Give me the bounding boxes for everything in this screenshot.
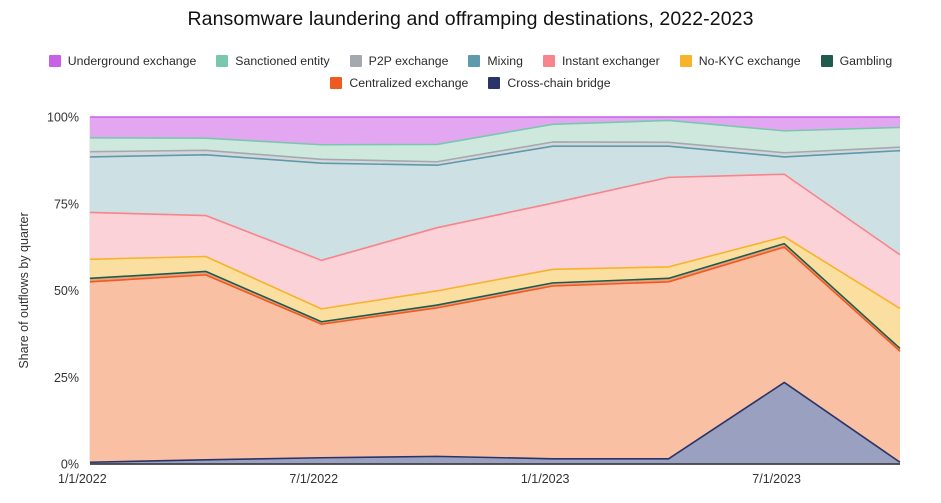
x-tick-label-1: 7/1/2022 xyxy=(289,472,338,486)
y-axis-title: Share of outflows by quarter xyxy=(17,212,31,368)
y-tick-label-25: 25% xyxy=(54,371,79,385)
y-tick-label-0: 0% xyxy=(61,458,79,472)
y-tick-label-100: 100% xyxy=(47,111,79,125)
chart-root: Ransomware laundering and offramping des… xyxy=(0,0,941,503)
y-tick-label-50: 50% xyxy=(54,284,79,298)
area-series-group xyxy=(90,117,900,464)
x-tick-label-3: 7/1/2023 xyxy=(752,472,801,486)
x-tick-label-2: 1/1/2023 xyxy=(521,472,570,486)
x-tick-label-0: 1/1/2022 xyxy=(58,472,107,486)
stacked-area-chart-svg: 0% 25% 50% 75% 100% 1/1/2022 7/1/2022 1/1/2023… xyxy=(17,111,901,486)
x-tick-labels: 1/1/2022 7/1/2022 1/1/2023 7/1/2023 xyxy=(58,472,801,486)
plot-area: 0% 25% 50% 75% 100% 1/1/2022 7/1/2022 1/1/2023… xyxy=(0,0,941,503)
y-tick-label-75: 75% xyxy=(54,197,79,211)
y-axis-title-group: Share of outflows by quarter xyxy=(17,212,31,368)
y-tick-labels: 0% 25% 50% 75% 100% xyxy=(47,111,79,472)
